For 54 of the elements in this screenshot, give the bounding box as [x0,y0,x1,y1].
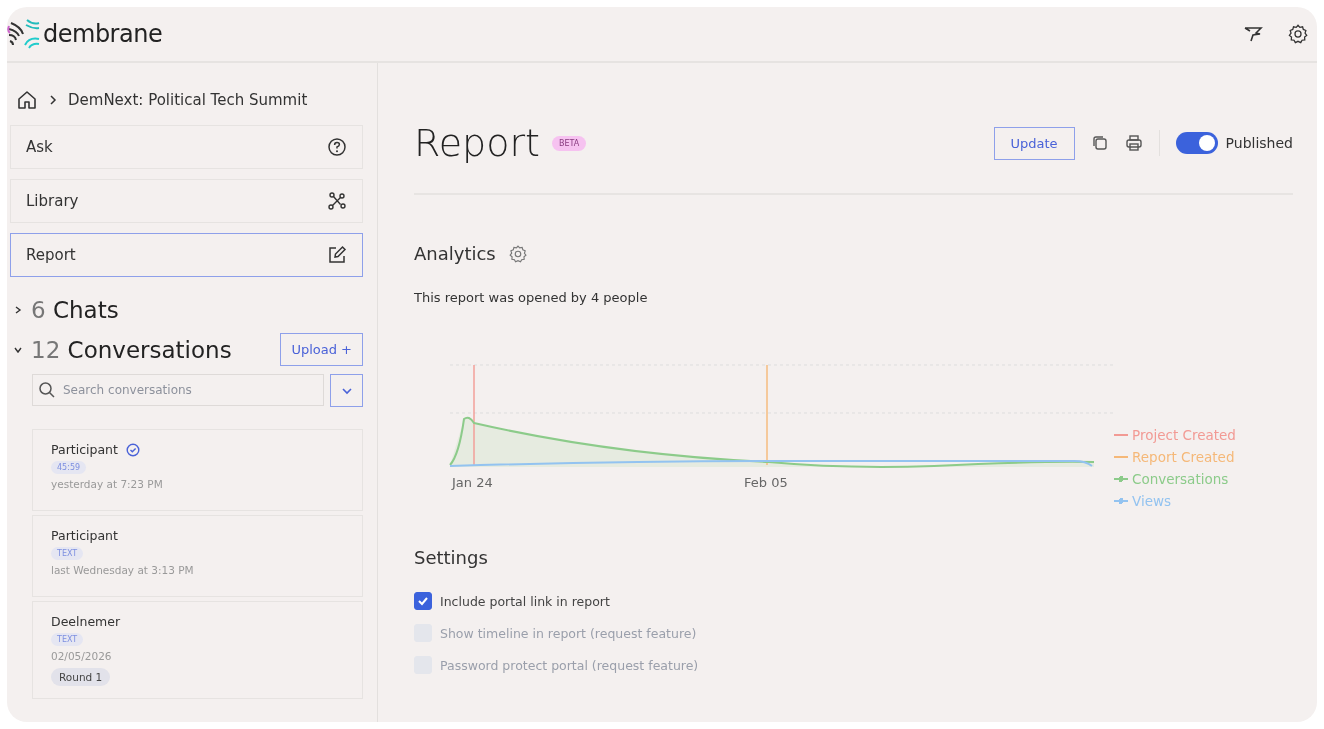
logo-icon [7,17,41,51]
conversation-date: 02/05/2026 [51,650,112,662]
caret-icon [340,386,353,395]
breadcrumb-link[interactable]: DemNext: Political Tech Summit [68,91,308,109]
type-tag: 45:59 [51,461,87,474]
print-icon[interactable] [1124,134,1143,152]
checkbox[interactable] [414,592,432,610]
legend-label: Report Created [1132,449,1235,465]
upload-button[interactable]: Upload + [280,333,363,366]
type-tag: TEXT [51,547,84,560]
beta-badge: BETA [551,135,587,151]
conversation-card[interactable]: Deelnemer TEXT 02/05/2026 Round 1 [32,601,363,699]
participant-name: Participant [51,442,118,457]
round-chip: Round 1 [51,668,111,686]
conversation-date: last Wednesday at 3:13 PM [51,564,194,576]
copy-icon[interactable] [1090,134,1109,152]
chevron-icon [48,94,58,106]
checkbox-label: Password protect portal (request feature) [440,657,699,673]
nav-item[interactable]: Report [10,233,363,277]
section-title[interactable]: 6 Chats [31,297,363,323]
type-tag: TEXT [51,633,84,646]
network-icon [327,191,347,211]
checkbox-label: Include portal link in report [440,593,610,609]
section-heading: Settings [414,547,489,568]
settings-icon[interactable] [1287,23,1309,45]
conversation-date: yesterday at 7:23 PM [51,478,163,490]
section-title[interactable]: 12 Conversations [31,336,273,363]
page-title: Report [414,121,540,165]
toggle-label: Published [1225,135,1293,151]
section-heading: Analytics [414,243,496,264]
nav-item[interactable]: Library [10,179,363,223]
participant-name: Deelnemer [51,614,121,629]
checkbox-label: Show timeline in report (request feature) [440,625,697,641]
conversation-card[interactable]: Participant 45:59 yesterday at 7:23 PM [32,429,363,511]
check-icon [417,596,429,606]
update-button[interactable]: Update [993,126,1075,160]
search-field[interactable]: Search conversations [32,374,324,406]
participant-name: Participant [51,528,118,543]
legend-label: Project Created [1132,427,1236,443]
help-icon [327,137,347,157]
flag-icon[interactable] [1243,24,1263,44]
logo-text: dembrane [43,20,163,48]
search-icon [38,381,56,399]
analytics-summary: This report was opened by 4 people [414,290,649,305]
legend-label: Views [1132,493,1172,509]
edit-icon [327,245,347,265]
legend-label: Conversations [1132,471,1229,487]
nav-item[interactable]: Ask [10,125,363,169]
axis-label: Feb 05 [744,475,788,490]
home-icon[interactable] [16,89,38,111]
axis-label: Jan 24 [452,475,493,490]
chevron-icon[interactable] [13,305,23,315]
toggle-switch[interactable] [1175,132,1218,154]
conversation-card[interactable]: Participant TEXT last Wednesday at 3:13 PM [32,515,363,597]
